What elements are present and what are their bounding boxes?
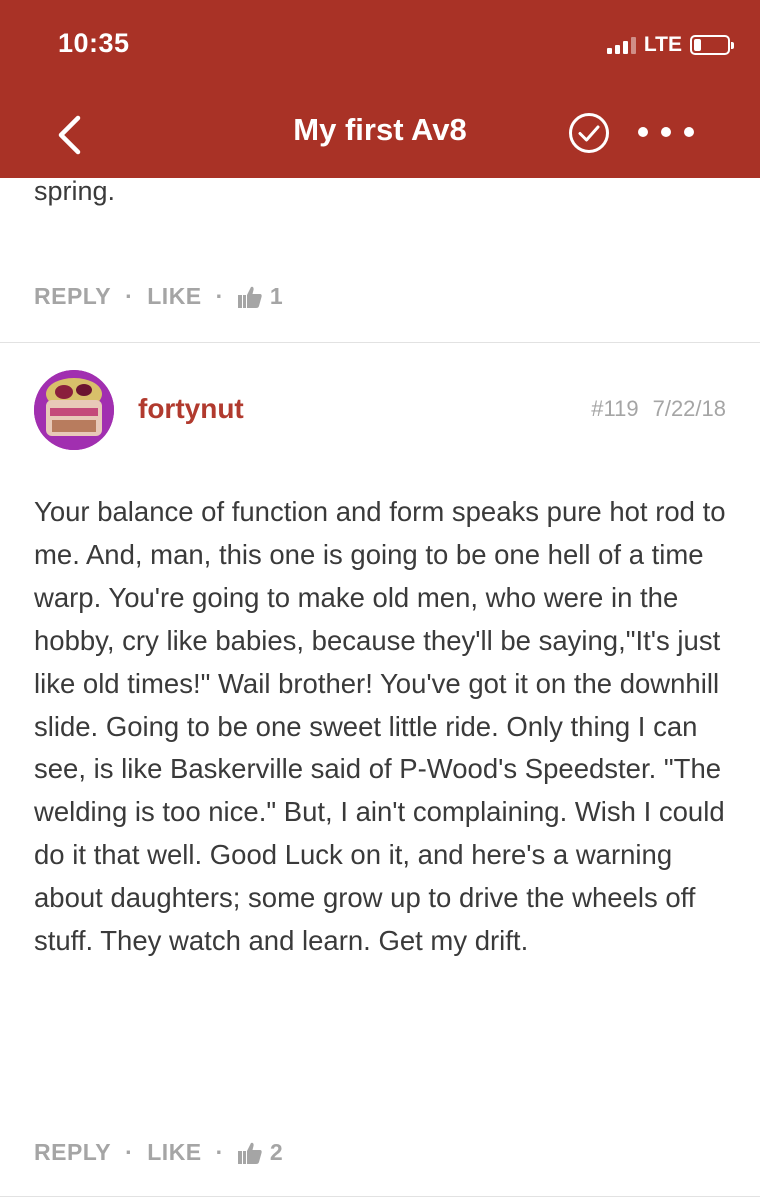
reply-button[interactable]: REPLY	[34, 283, 111, 310]
reply-button[interactable]: REPLY	[34, 1139, 111, 1166]
like-button[interactable]: LIKE	[147, 283, 201, 310]
like-count: 2	[237, 1139, 284, 1166]
separator: ·	[125, 1139, 134, 1165]
previous-post-actions: REPLY · LIKE · 1	[34, 283, 283, 310]
post-actions: REPLY · LIKE · 2	[34, 1139, 283, 1166]
avatar[interactable]	[34, 370, 114, 450]
check-circle-icon	[569, 113, 609, 153]
post-username[interactable]: fortynut	[138, 393, 244, 425]
separator: ·	[215, 1139, 224, 1165]
separator: ·	[215, 283, 224, 309]
like-button[interactable]: LIKE	[147, 1139, 201, 1166]
post-date: 7/22/18	[652, 396, 726, 421]
status-time: 10:35	[58, 28, 130, 58]
divider	[0, 342, 760, 343]
post-body: Your balance of function and form speaks…	[34, 496, 726, 957]
post-meta: #119 7/22/18	[591, 396, 726, 422]
dot	[661, 127, 671, 137]
thumbs-up-icon	[237, 1142, 262, 1164]
divider	[0, 1196, 760, 1197]
thumbs-up-icon	[237, 286, 262, 308]
mark-read-button[interactable]	[568, 112, 610, 154]
like-count: 1	[237, 283, 284, 310]
status-indicators: LTE	[606, 33, 734, 57]
separator: ·	[125, 283, 134, 309]
like-count-value: 2	[269, 1139, 284, 1165]
dot	[684, 127, 694, 137]
avatar-image	[34, 370, 114, 450]
network-label: LTE	[643, 33, 682, 56]
like-count-value: 1	[269, 283, 284, 309]
more-options-button[interactable]	[638, 120, 694, 144]
battery-icon	[690, 35, 734, 55]
app-header: 10:35 LTE My first Av8	[0, 0, 760, 178]
post-number[interactable]: #119	[591, 396, 638, 421]
signal-icon	[606, 36, 636, 54]
dot	[638, 127, 648, 137]
